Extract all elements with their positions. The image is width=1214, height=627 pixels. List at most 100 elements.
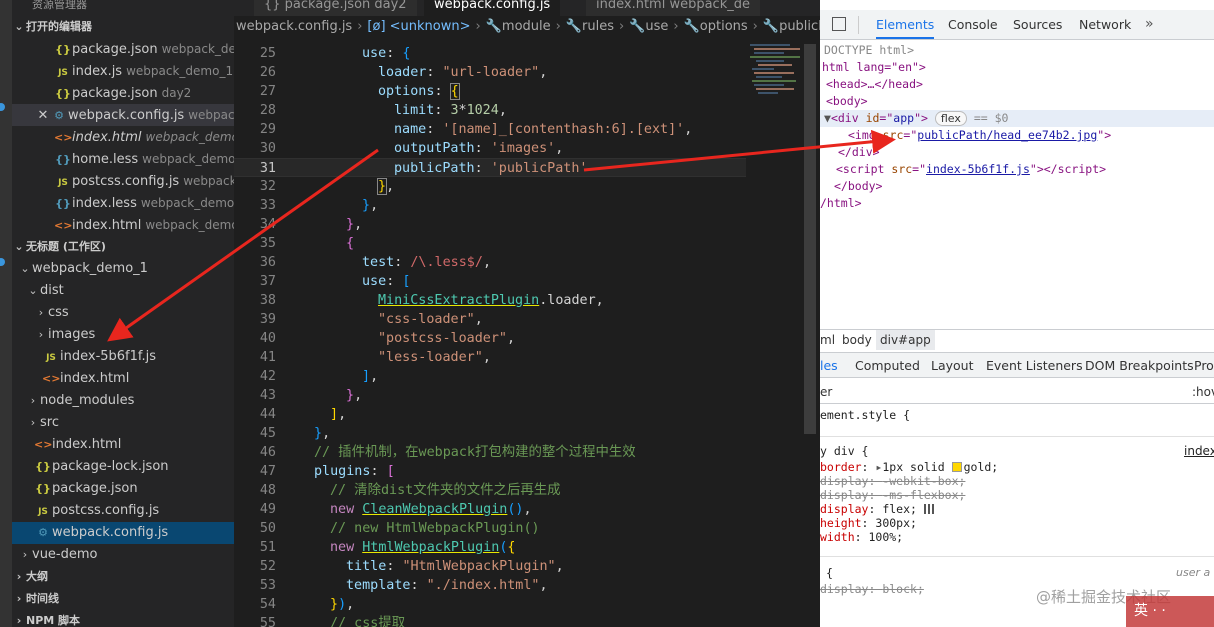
ua-rule-selector[interactable]: { [826,566,833,580]
tab-console[interactable]: Console [948,10,998,39]
outline-header[interactable]: › 大纲 [12,566,234,588]
dom-body[interactable]: <body> [826,93,868,110]
open-editor-item[interactable]: {}index.lesswebpack_demo_... [12,192,234,214]
more-tabs-icon[interactable]: » [1145,10,1154,39]
dom-body-close[interactable]: </body> [834,178,882,195]
tree-file[interactable]: JS postcss.config.js [12,500,234,522]
tab-event-listeners[interactable]: Event Listeners [986,353,1083,378]
rule-selector[interactable]: y div { [820,444,868,458]
tree-file[interactable]: {}package-lock.json [12,456,234,478]
close-icon[interactable]: ✕ [36,105,50,126]
tab-sources[interactable]: Sources [1013,10,1062,39]
file-name: webpack.config.js [52,525,169,540]
dom-html[interactable]: html lang="en"> [822,59,926,76]
dom-doctype[interactable]: DOCTYPE html> [824,42,914,59]
editor-scrollbar[interactable] [804,44,816,434]
open-editor-item[interactable]: JS postcss.config.jswebpack... [12,170,234,192]
code-comment: // 清除dist文件夹的文件之后再生成 [330,483,561,498]
workspace-header[interactable]: ⌄ 无标题 (工作区) [12,236,234,258]
activity-badge[interactable] [0,258,5,266]
dom-div-app-selected[interactable]: ▼<div id="app"> flex == $0 [820,110,1214,127]
tree-folder[interactable]: › images [12,324,234,346]
chevron-right-icon: › [16,570,22,583]
open-editor-item[interactable]: {}package.jsonwebpack_de... [12,38,234,60]
code-area[interactable]: 25 use: { 26 loader: "url-loader", 27 optio… [234,44,754,627]
file-name: package.json [72,42,158,57]
flexbox-editor-icon[interactable] [923,504,935,514]
styles-filter[interactable]: er :hov [820,380,1214,404]
file-name: index.less [72,196,137,211]
tab-properties[interactable]: Pro [1194,353,1214,378]
css-prop-width[interactable]: width: 100%; [820,530,903,544]
tree-file[interactable]: <>index.html [12,434,234,456]
open-editors-header[interactable]: ⌄ 打开的编辑器 [12,16,234,38]
flex-badge[interactable]: flex [934,111,967,126]
tab-package-json[interactable]: {} package.json day2 [254,0,417,16]
tree-folder[interactable]: › node_modules [12,390,234,412]
rule-source-link[interactable]: index [1184,444,1214,458]
css-prop-border[interactable]: border: ▸1px solid gold; [820,460,998,474]
tab-elements[interactable]: Elements [876,10,935,39]
crumb-html[interactable]: ml [820,330,835,350]
breadcrumb-item[interactable]: rules [582,19,614,34]
crumb-div-app[interactable]: div#app [876,330,935,350]
tree-file-active[interactable]: ⚙ webpack.config.js [12,522,234,544]
tab-index-html[interactable]: index.html webpack_de [586,0,760,16]
dom-html-close[interactable]: /html> [820,195,862,212]
open-editor-item[interactable]: {}package.json day2 [12,82,234,104]
script-src-link[interactable]: index-5b6f1f.js [926,162,1030,176]
tree-folder[interactable]: ⌄ dist [12,280,234,302]
tab-computed[interactable]: Computed [855,353,920,378]
tree-folder[interactable]: ⌄ webpack_demo_1 [12,258,234,280]
open-editor-item[interactable]: <>index.htmlwebpack_demo... [12,214,234,236]
css-prop-height[interactable]: height: 300px; [820,516,917,530]
breadcrumb-item[interactable]: options [700,19,748,34]
inspect-element-icon[interactable] [832,17,846,31]
crumb-body[interactable]: body [842,330,872,350]
code-string: "./index.html" [426,578,540,593]
img-src-link[interactable]: publicPath/head_ee74b2.jpg [917,128,1097,142]
css-prop-display-overridden[interactable]: display: -ms-flexbox; [820,488,965,502]
open-editor-item-active[interactable]: ✕ ⚙ webpack.config.jswebpac... [12,104,234,126]
breadcrumb-item[interactable]: [ø] <unknown> [367,19,470,34]
css-prop-display-ua[interactable]: display: block; [820,582,924,596]
color-swatch[interactable] [951,462,962,472]
breadcrumb-item[interactable]: webpack.config.js [236,19,352,34]
code-key: test [362,255,395,270]
tab-layout[interactable]: Layout [931,353,974,378]
tree-folder[interactable]: › vue-demo [12,544,234,566]
file-name: webpack.config.js [68,108,185,123]
dom-div-close[interactable]: </div> [838,144,880,161]
breadcrumb-item[interactable]: use [645,19,668,34]
open-editor-item[interactable]: JS index.jswebpack_demo_1 ... [12,60,234,82]
dom-script[interactable]: <script src="index-5b6f1f.js"></script> [836,161,1106,178]
tree-folder[interactable]: › src [12,412,234,434]
breadcrumb-item[interactable]: publicPath [779,19,820,34]
tab-webpack-config[interactable]: webpack.config.js [424,0,561,16]
tree-file[interactable]: <>index.html [12,368,234,390]
npm-scripts-header[interactable]: › NPM 脚本 [12,610,234,627]
open-editor-item[interactable]: <>index.htmlwebpack_demo... [12,126,234,148]
tree-folder[interactable]: › css [12,302,234,324]
ime-indicator[interactable]: 英 · · [1126,596,1214,627]
timeline-header[interactable]: › 时间线 [12,588,234,610]
activity-badge[interactable] [0,103,5,111]
filter-input[interactable]: er [820,385,832,399]
code-line: 50 // new HtmlWebpackPlugin() [234,519,754,538]
open-editor-item[interactable]: {}home.lesswebpack_demo... [12,148,234,170]
tree-file[interactable]: {}package.json [12,478,234,500]
dom-img[interactable]: <img src="publicPath/head_ee74b2.jpg"> [848,127,1111,144]
dom-head[interactable]: <head>…</head> [826,76,923,93]
hov-toggle[interactable]: :hov [1192,380,1214,404]
tab-network[interactable]: Network [1079,10,1131,39]
css-prop-display-overridden[interactable]: display: -webkit-box; [820,474,965,488]
element-style-rule[interactable]: ement.style { [820,408,910,422]
line-number: 48 [259,483,276,498]
line-number: 40 [259,331,276,346]
tab-styles[interactable]: les [820,353,838,378]
file-name: index.html [52,437,122,452]
tree-file[interactable]: JS index-5b6f1f.js [12,346,234,368]
css-prop-display[interactable]: display: flex; [820,502,935,516]
breadcrumb-item[interactable]: module [502,19,551,34]
tab-dom-breakpoints[interactable]: DOM Breakpoints [1085,353,1194,378]
